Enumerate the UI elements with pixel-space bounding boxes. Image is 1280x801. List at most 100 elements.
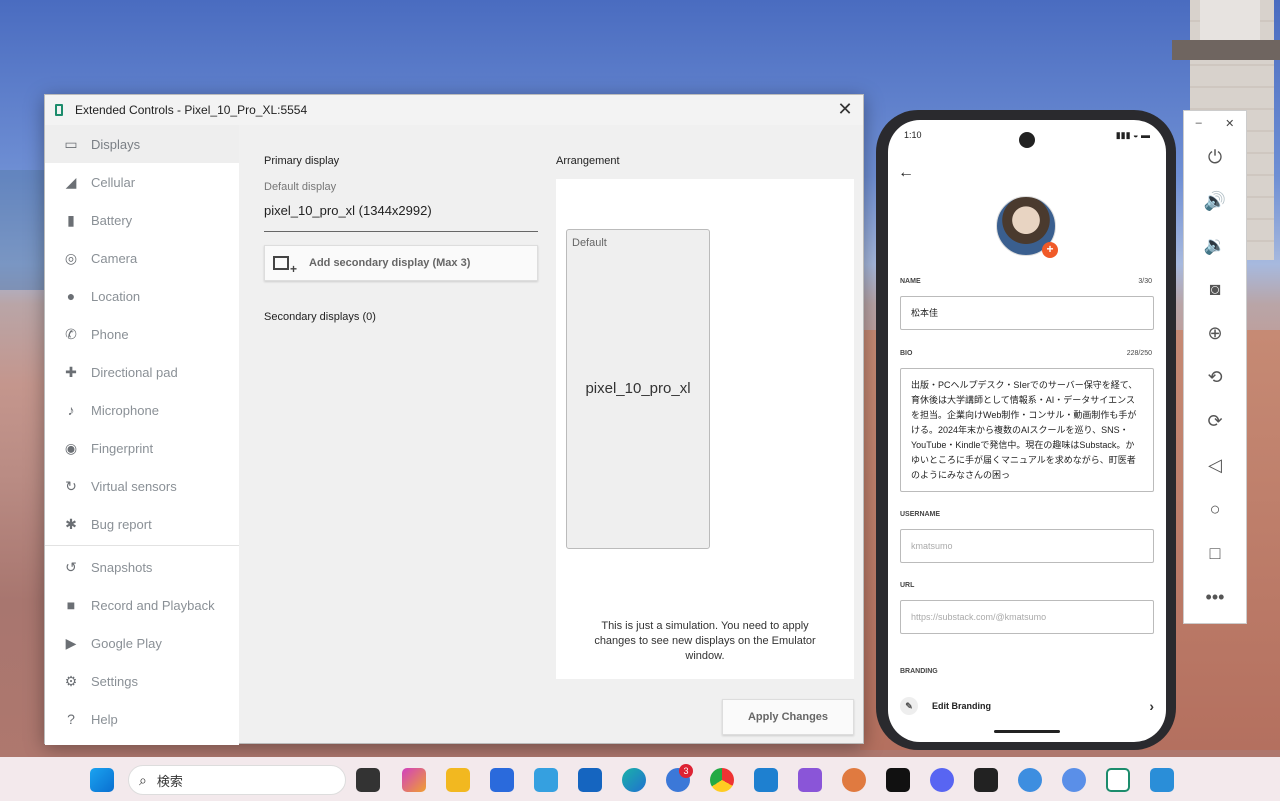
- discord-icon[interactable]: [930, 768, 954, 792]
- sensors-icon: ↻: [65, 477, 77, 494]
- back-icon[interactable]: ◁: [1184, 455, 1246, 476]
- close-window-button[interactable]: ✕: [835, 99, 855, 120]
- sidebar-item-label: Battery: [91, 212, 133, 228]
- add-secondary-display-label: Add secondary display (Max 3): [309, 257, 471, 269]
- power-icon[interactable]: ⏻: [1184, 147, 1246, 168]
- sidebar-item-label: Settings: [91, 673, 138, 689]
- sidebar-item-help[interactable]: ? Help: [45, 700, 239, 738]
- status-time: 1:10: [904, 130, 922, 140]
- emulator-taskbar-icon[interactable]: [1106, 768, 1130, 792]
- username-field[interactable]: kmatsumo: [900, 529, 1154, 563]
- emulator-toolbar: – ✕ ⏻ 🔊 🔉 ◙ ⊕ ⟲ ⟳ ◁ ○ □ •••: [1183, 110, 1247, 624]
- default-display-label: Default display: [264, 181, 337, 193]
- chatgpt-icon[interactable]: [886, 768, 910, 792]
- zoom-icon[interactable]: ⊕: [1184, 323, 1246, 344]
- rotate-left-icon[interactable]: ⟲: [1184, 367, 1246, 388]
- sidebar-item-fingerprint[interactable]: ◉ Fingerprint: [45, 429, 239, 467]
- vscode-icon[interactable]: [754, 768, 778, 792]
- claude-icon[interactable]: [842, 768, 866, 792]
- edit-branding-row[interactable]: ✎ Edit Branding ›: [900, 694, 1154, 718]
- display-select[interactable]: pixel_10_pro_xl (1344x2992): [264, 203, 432, 218]
- sidebar-item-label: Phone: [91, 326, 129, 342]
- app-icon-3[interactable]: [798, 768, 822, 792]
- overview-icon[interactable]: □: [1184, 543, 1246, 564]
- sidebar-item-cellular[interactable]: ◢ Cellular: [45, 163, 239, 201]
- sidebar: ▭ Displays ◢ Cellular ▮ Battery ◎ Camera…: [45, 125, 239, 745]
- signal-icon: ◢: [65, 173, 77, 190]
- sidebar-item-label: Directional pad: [91, 364, 178, 380]
- windows-start-icon[interactable]: [90, 768, 114, 792]
- notification-badge: 3: [679, 764, 693, 778]
- taskbar-search[interactable]: ⌕ 検索: [128, 765, 346, 795]
- palette-icon: ✎: [900, 697, 918, 715]
- home-icon[interactable]: ○: [1184, 499, 1246, 520]
- bio-textarea[interactable]: 出版・PCヘルプデスク・SIerでのサーバー保守を経て、育休後は大学講師として情…: [900, 368, 1154, 492]
- name-label: NAME: [900, 278, 921, 285]
- app-icon-6[interactable]: [1150, 768, 1174, 792]
- displays-panel: Primary display Default display pixel_10…: [239, 125, 863, 743]
- sidebar-item-google-play[interactable]: ▶ Google Play: [45, 624, 239, 662]
- sidebar-item-settings[interactable]: ⚙ Settings: [45, 662, 239, 700]
- simulation-note: This is just a simulation. You need to a…: [594, 620, 816, 662]
- ms-store-icon[interactable]: [490, 768, 514, 792]
- emulator-app-icon: [55, 104, 63, 116]
- toolbar-close-button[interactable]: ✕: [1225, 117, 1234, 130]
- sidebar-item-microphone[interactable]: ♪ Microphone: [45, 391, 239, 429]
- sidebar-item-phone[interactable]: ✆ Phone: [45, 315, 239, 353]
- copilot-icon[interactable]: [402, 768, 426, 792]
- sidebar-divider: [45, 545, 239, 546]
- play-icon: ▶: [65, 634, 77, 651]
- phone-icon: ✆: [65, 325, 77, 342]
- sidebar-item-camera[interactable]: ◎ Camera: [45, 239, 239, 277]
- sidebar-item-label: Help: [91, 711, 118, 727]
- app-icon-5[interactable]: [1018, 768, 1042, 792]
- app-icon[interactable]: [534, 768, 558, 792]
- edit-branding-label: Edit Branding: [932, 701, 991, 711]
- apply-changes-button[interactable]: Apply Changes: [722, 699, 854, 735]
- sidebar-item-location[interactable]: ● Location: [45, 277, 239, 315]
- app-icon-4[interactable]: [974, 768, 998, 792]
- name-field[interactable]: 松本佳: [900, 296, 1154, 330]
- sidebar-item-label: Microphone: [91, 402, 159, 418]
- sidebar-item-label: Virtual sensors: [91, 478, 177, 494]
- volume-down-icon[interactable]: 🔉: [1184, 235, 1246, 256]
- volume-up-icon[interactable]: 🔊: [1184, 191, 1246, 212]
- android-studio-icon[interactable]: [1062, 768, 1086, 792]
- window-titlebar[interactable]: Extended Controls - Pixel_10_Pro_XL:5554: [45, 95, 863, 125]
- display-preview-default-label: Default: [572, 237, 607, 249]
- outlook-icon[interactable]: [578, 768, 602, 792]
- sidebar-item-record-playback[interactable]: ■ Record and Playback: [45, 586, 239, 624]
- file-explorer-icon[interactable]: [446, 768, 470, 792]
- edge-icon[interactable]: [622, 768, 646, 792]
- url-label: URL: [900, 582, 915, 589]
- sidebar-item-label: Bug report: [91, 516, 152, 532]
- sidebar-item-bug-report[interactable]: ✱ Bug report: [45, 505, 239, 543]
- gesture-home-bar[interactable]: [994, 730, 1060, 733]
- secondary-displays-heading: Secondary displays (0): [264, 311, 376, 323]
- username-label: USERNAME: [900, 511, 941, 518]
- add-photo-icon[interactable]: +: [1042, 242, 1058, 258]
- chrome-icon[interactable]: [710, 768, 734, 792]
- arrangement-canvas: Default pixel_10_pro_xl This is just a s…: [556, 179, 854, 679]
- camera-icon[interactable]: ◙: [1184, 279, 1246, 300]
- chevron-right-icon: ›: [1149, 698, 1154, 714]
- url-field[interactable]: https://substack.com/@kmatsumo: [900, 600, 1154, 634]
- back-arrow-icon[interactable]: ←: [898, 164, 914, 182]
- sidebar-item-snapshots[interactable]: ↺ Snapshots: [45, 548, 239, 586]
- add-secondary-display-button[interactable]: Add secondary display (Max 3): [264, 245, 538, 281]
- camera-aperture-icon: ◎: [64, 249, 78, 266]
- sidebar-item-displays[interactable]: ▭ Displays: [45, 125, 239, 163]
- dpad-icon: ✚: [65, 363, 77, 380]
- display-preview-box[interactable]: Default pixel_10_pro_xl: [566, 229, 710, 549]
- more-icon[interactable]: •••: [1184, 587, 1246, 608]
- rotate-right-icon[interactable]: ⟳: [1184, 411, 1246, 432]
- sidebar-item-virtual-sensors[interactable]: ↻ Virtual sensors: [45, 467, 239, 505]
- sidebar-item-battery[interactable]: ▮ Battery: [45, 201, 239, 239]
- toolbar-minimize-button[interactable]: –: [1196, 117, 1202, 130]
- task-view-icon[interactable]: [356, 768, 380, 792]
- monitor-icon: ▭: [64, 135, 78, 152]
- sidebar-item-label: Google Play: [91, 635, 162, 651]
- history-icon: ↺: [65, 558, 77, 575]
- gear-icon: ⚙: [64, 672, 78, 689]
- sidebar-item-directional-pad[interactable]: ✚ Directional pad: [45, 353, 239, 391]
